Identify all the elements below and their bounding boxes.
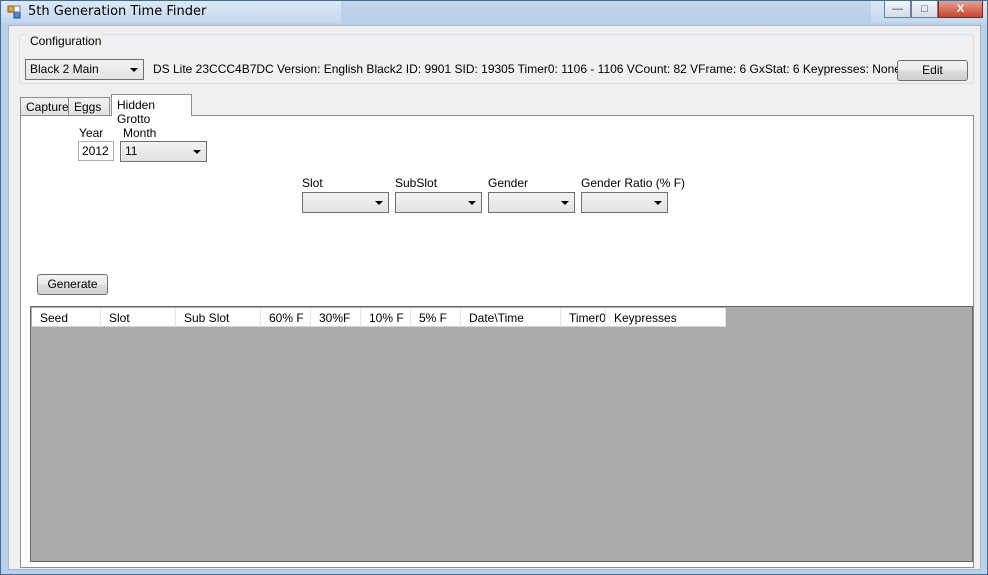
close-icon: X [956, 3, 965, 15]
maximize-button[interactable]: □ [911, 1, 938, 18]
chevron-down-icon [130, 68, 138, 72]
tab-hidden-grotto[interactable]: Hidden Grotto [111, 94, 192, 126]
window-title: 5th Generation Time Finder [28, 4, 207, 19]
year-label: Year [79, 126, 104, 140]
hidden-grotto-panel: Year 2012 Month 11 Slot SubSlot Gender G… [20, 115, 974, 568]
subslot-label: SubSlot [395, 176, 438, 190]
chevron-down-icon [193, 150, 201, 154]
configuration-group-label: Configuration [28, 34, 104, 48]
maximize-icon: □ [921, 3, 928, 15]
year-input[interactable]: 2012 [78, 141, 114, 161]
configuration-group: Configuration [19, 34, 974, 84]
chevron-down-icon [654, 201, 662, 205]
column-header-keypresses[interactable]: Keypresses [606, 308, 726, 327]
app-window-icon [7, 5, 21, 19]
column-header-date-time[interactable]: Date\Time [461, 308, 561, 327]
month-label: Month [123, 126, 157, 140]
column-header-60-f[interactable]: 60% F [261, 308, 311, 327]
column-header-slot[interactable]: Slot [101, 308, 176, 327]
configuration-profile-select[interactable]: Black 2 Main [25, 59, 144, 80]
chevron-down-icon [561, 201, 569, 205]
tab-eggs[interactable]: Eggs [68, 97, 110, 116]
background-window-hint [341, 1, 871, 23]
minimize-icon: — [892, 3, 903, 15]
slot-label: Slot [302, 176, 323, 190]
close-button[interactable]: X [938, 1, 983, 18]
column-header-seed[interactable]: Seed [32, 308, 101, 327]
configuration-info: DS Lite 23CCC4B7DC Version: English Blac… [153, 62, 903, 76]
configuration-profile-value: Black 2 Main [30, 62, 99, 76]
main-window: 5th Generation Time Finder — □ X Configu… [0, 0, 988, 575]
gender-ratio-select[interactable] [581, 192, 668, 213]
column-header-sub-slot[interactable]: Sub Slot [176, 308, 261, 327]
generate-button[interactable]: Generate [37, 274, 108, 295]
subslot-select[interactable] [395, 192, 482, 213]
column-header-timer0[interactable]: Timer0 [561, 308, 606, 327]
column-header-10-f[interactable]: 10% F [361, 308, 411, 327]
chevron-down-icon [375, 201, 383, 205]
gender-select[interactable] [488, 192, 575, 213]
client-area: Configuration Black 2 Main DS Lite 23CCC… [8, 25, 981, 570]
grid-header: Seed Slot Sub Slot 60% F 30%F 10% F 5% F… [32, 308, 726, 327]
gender-label: Gender [488, 176, 529, 190]
month-value: 11 [125, 144, 138, 158]
chevron-down-icon [468, 201, 476, 205]
results-grid[interactable]: Seed Slot Sub Slot 60% F 30%F 10% F 5% F… [30, 306, 973, 562]
gender-ratio-label: Gender Ratio (% F) [581, 176, 686, 190]
tab-capture[interactable]: Capture [20, 97, 69, 116]
column-header-5-f[interactable]: 5% F [411, 308, 461, 327]
edit-button[interactable]: Edit [897, 60, 968, 81]
month-select[interactable]: 11 [120, 141, 207, 162]
title-bar[interactable]: 5th Generation Time Finder — □ X [1, 1, 987, 23]
minimize-button[interactable]: — [884, 1, 911, 18]
slot-select[interactable] [302, 192, 389, 213]
column-header-30-f[interactable]: 30%F [311, 308, 361, 327]
